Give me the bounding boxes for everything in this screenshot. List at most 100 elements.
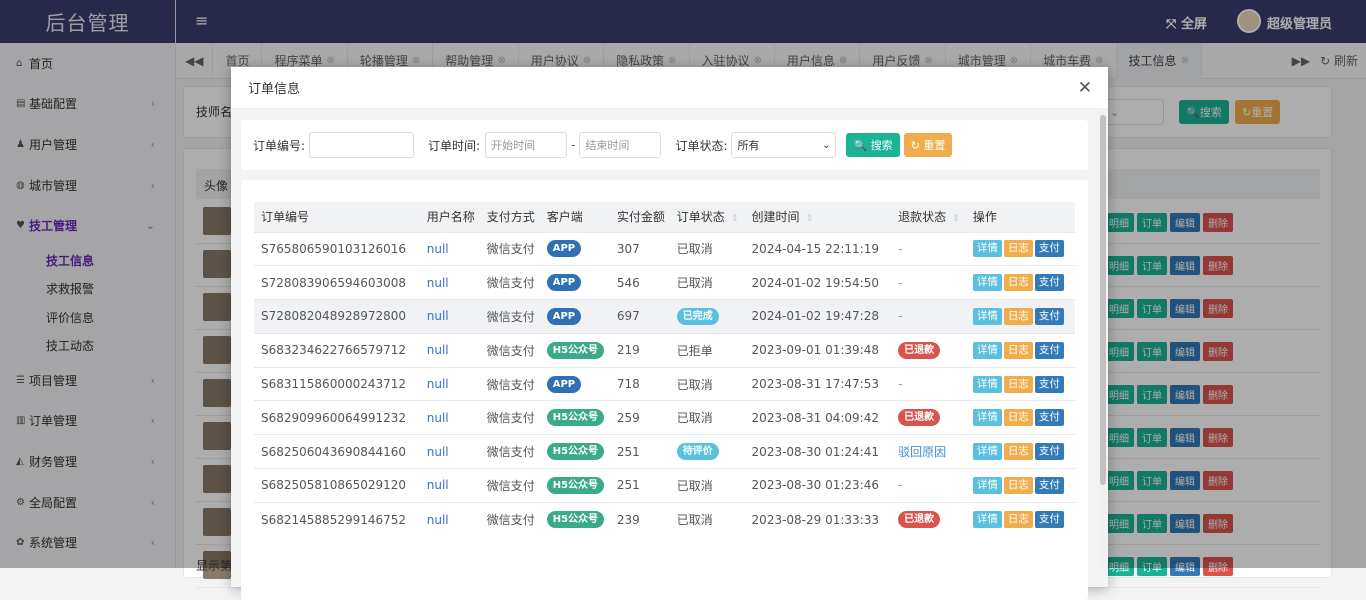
log-button[interactable]: 日志 (1003, 511, 1033, 529)
client-badge: APP (546, 240, 582, 258)
modal-scrollbar-thumb[interactable] (1100, 115, 1106, 485)
sort-icon[interactable]: ⇕ (731, 214, 739, 224)
log-button[interactable]: 日志 (1003, 409, 1033, 427)
table-row[interactable]: S728083906594603008 null 微信支付 APP 546 已取消 2024… (254, 265, 1075, 300)
refund-badge: 已退款 (898, 409, 941, 427)
pay-method-cell: 微信支付 (479, 366, 540, 401)
actions-cell: 详情 日志 支付 (965, 332, 1075, 368)
table-row[interactable]: S683234622766579712 null 微信支付 H5公众号 219 已拒单 20… (254, 332, 1075, 368)
sort-icon[interactable]: ⇕ (806, 214, 814, 224)
column-header[interactable]: 订单状态 ⇕ (669, 202, 745, 232)
pay-button[interactable]: 支付 (1034, 443, 1064, 461)
order-reset-button[interactable]: ↻ 重置 (903, 133, 953, 157)
user-name-cell: null (419, 468, 480, 503)
column-header-label: 支付方式 (486, 210, 535, 225)
created-time-cell: 2024-01-02 19:54:50 (744, 265, 892, 300)
actions-cell: 详情 日志 支付 (965, 265, 1075, 300)
table-row[interactable]: S682145885299146752 null 微信支付 H5公众号 239 已取消 20… (254, 501, 1075, 537)
column-header-label: 客户端 (546, 210, 583, 225)
modal-body: 订单编号: 订单时间: 开始时间 - 结束时间 订单状态: 所有 ⌄ 🔍 搜索 ↻… (231, 109, 1108, 600)
order-status-select[interactable]: 所有 ⌄ (731, 132, 837, 158)
refund-badge: 已退款 (898, 341, 941, 359)
log-button[interactable]: 日志 (1003, 341, 1033, 359)
detail-button[interactable]: 详情 (972, 443, 1002, 461)
status-badge: 已完成 (676, 307, 719, 325)
pay-button[interactable]: 支付 (1034, 409, 1064, 427)
order-no-label: 订单编号: (253, 138, 306, 153)
start-time-input[interactable]: 开始时间 (485, 132, 568, 158)
created-time-cell: 2023-08-30 01:24:41 (744, 434, 892, 469)
column-header-label: 创建时间 (751, 210, 800, 225)
table-row[interactable]: S682505810865029120 null 微信支付 H5公众号 251 已取消 20… (254, 468, 1075, 503)
detail-button[interactable]: 详情 (972, 476, 1002, 494)
log-button[interactable]: 日志 (1003, 375, 1033, 393)
column-header[interactable]: 创建时间 ⇕ (744, 202, 892, 232)
refund-status-cell: 驳回原因 (891, 434, 966, 469)
log-button[interactable]: 日志 (1003, 274, 1033, 292)
amount-cell: 239 (609, 501, 670, 537)
log-button[interactable]: 日志 (1003, 307, 1033, 325)
table-row[interactable]: S682909960064991232 null 微信支付 H5公众号 259 已取消 20… (254, 400, 1075, 435)
sort-icon[interactable]: ⇕ (952, 214, 960, 224)
order-modal: 订单信息 ✕ 订单编号: 订单时间: 开始时间 - 结束时间 订单状态: 所有 ⌄… (231, 67, 1108, 600)
pay-method-cell: 微信支付 (479, 468, 540, 503)
order-number-cell: S682145885299146752 (254, 501, 420, 537)
refund-status-cell: 已退款 (891, 501, 966, 537)
modal-title: 订单信息 (248, 82, 301, 97)
column-header: 支付方式 (479, 202, 540, 232)
table-row[interactable]: S765806590103126016 null 微信支付 APP 307 已取消 2024… (254, 231, 1075, 266)
client-badge: APP (546, 307, 582, 325)
pay-button[interactable]: 支付 (1034, 511, 1064, 529)
close-icon[interactable]: ✕ (1078, 78, 1092, 98)
order-search-button[interactable]: 🔍 搜索 (846, 133, 900, 157)
user-name-cell: null (419, 265, 480, 300)
refund-status-cell: - (891, 265, 966, 300)
pay-button[interactable]: 支付 (1034, 476, 1064, 494)
status-badge: 待评价 (676, 443, 719, 461)
detail-button[interactable]: 详情 (972, 240, 1002, 258)
detail-button[interactable]: 详情 (972, 341, 1002, 359)
order-table: 订单编号 用户名称 支付方式 客户端 实付金额 订单状态 ⇕ 创建时间 ⇕ 退款状态 ⇕ 操作 S76… (254, 202, 1075, 537)
refund-status-cell: 已退款 (891, 400, 966, 435)
column-header-label: 订单状态 (676, 210, 725, 225)
order-status-cell: 已取消 (669, 231, 745, 266)
detail-button[interactable]: 详情 (972, 375, 1002, 393)
amount-cell: 697 (609, 299, 670, 334)
log-button[interactable]: 日志 (1003, 476, 1033, 494)
pay-method-cell: 微信支付 (479, 400, 540, 435)
detail-button[interactable]: 详情 (972, 274, 1002, 292)
end-time-input[interactable]: 结束时间 (579, 132, 662, 158)
table-row[interactable]: S683115860000243712 null 微信支付 APP 718 已取消 2023… (254, 366, 1075, 401)
user-name-cell: null (419, 366, 480, 401)
date-dash: - (571, 138, 576, 152)
pay-button[interactable]: 支付 (1034, 307, 1064, 325)
pay-button[interactable]: 支付 (1034, 240, 1064, 258)
column-header[interactable]: 退款状态 ⇕ (891, 202, 966, 232)
order-number-cell: S728083906594603008 (254, 265, 420, 300)
order-number-cell: S728082048928972800 (254, 299, 420, 334)
pay-button[interactable]: 支付 (1034, 274, 1064, 292)
pay-button[interactable]: 支付 (1034, 375, 1064, 393)
created-time-cell: 2023-08-31 04:09:42 (744, 400, 892, 435)
created-time-cell: 2024-01-02 19:47:28 (744, 299, 892, 334)
log-button[interactable]: 日志 (1003, 240, 1033, 258)
order-table-panel: 订单编号 用户名称 支付方式 客户端 实付金额 订单状态 ⇕ 创建时间 ⇕ 退款状态 ⇕ 操作 S76… (241, 180, 1088, 600)
actions-cell: 详情 日志 支付 (965, 501, 1075, 537)
detail-button[interactable]: 详情 (972, 511, 1002, 529)
detail-button[interactable]: 详情 (972, 409, 1002, 427)
pay-button[interactable]: 支付 (1034, 341, 1064, 359)
table-row[interactable]: S682506043690844160 null 微信支付 H5公众号 251 待评价 20… (254, 434, 1075, 469)
user-name-cell: null (419, 400, 480, 435)
table-row[interactable]: S728082048928972800 null 微信支付 APP 697 已完成 2024… (254, 299, 1075, 334)
amount-cell: 307 (609, 231, 670, 266)
client-cell: H5公众号 (539, 501, 610, 537)
log-button[interactable]: 日志 (1003, 443, 1033, 461)
order-number-cell: S682505810865029120 (254, 468, 420, 503)
pay-method-cell: 微信支付 (479, 434, 540, 469)
refund-badge: 已退款 (898, 511, 941, 529)
order-no-input[interactable] (309, 132, 415, 158)
reject-reason-link[interactable]: 驳回原因 (898, 445, 946, 459)
detail-button[interactable]: 详情 (972, 307, 1002, 325)
client-cell: APP (539, 299, 610, 334)
user-name-cell: null (419, 299, 480, 334)
